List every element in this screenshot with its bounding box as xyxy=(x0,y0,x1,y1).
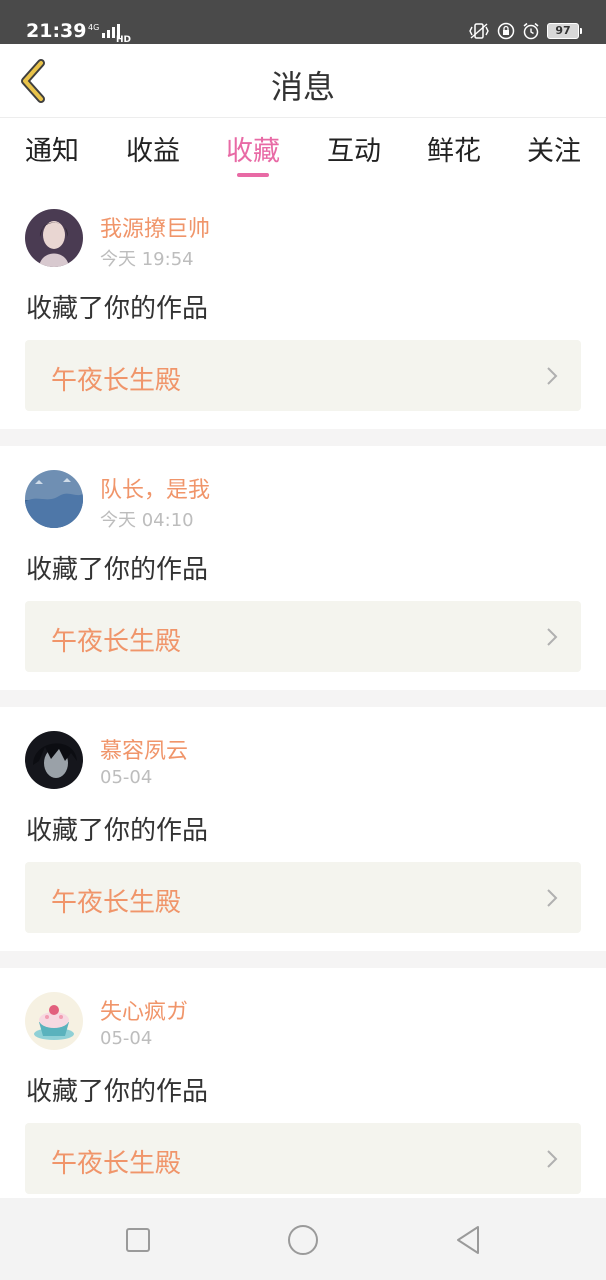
divider xyxy=(0,951,606,968)
avatar[interactable] xyxy=(25,470,83,528)
divider xyxy=(0,690,606,707)
network-signal-icon: 4G HD xyxy=(88,23,131,42)
vibrate-icon xyxy=(469,23,489,39)
message-time: 05-04 xyxy=(100,767,153,788)
message-action: 收藏了你的作品 xyxy=(26,294,209,324)
network-type: 4G xyxy=(88,23,99,32)
tab-label: 关注 xyxy=(527,136,581,167)
message-action: 收藏了你的作品 xyxy=(26,555,209,585)
battery-level: 97 xyxy=(547,23,579,39)
chevron-right-icon xyxy=(547,367,558,385)
tab-label: 收藏 xyxy=(226,136,280,167)
system-nav-bar xyxy=(0,1198,606,1280)
active-tab-indicator xyxy=(237,173,269,177)
username[interactable]: 慕容夙云 xyxy=(100,733,188,765)
tab-label: 通知 xyxy=(25,136,79,167)
username[interactable]: 我源撩巨帅 xyxy=(100,211,210,243)
tab-label: 收益 xyxy=(126,136,180,167)
status-bar: 21:39 4G HD 97 xyxy=(0,0,606,44)
work-title: 午夜长生殿 xyxy=(51,627,182,657)
square-recents-icon xyxy=(126,1228,150,1252)
message-time: 05-04 xyxy=(100,1028,153,1049)
avatar[interactable] xyxy=(25,992,83,1050)
tab-flowers[interactable]: 鲜花 xyxy=(424,129,484,183)
app-header: 消息 xyxy=(0,44,606,118)
circle-home-icon xyxy=(288,1225,318,1255)
work-title: 午夜长生殿 xyxy=(51,366,182,396)
back-nav-button[interactable] xyxy=(448,1220,488,1260)
avatar[interactable] xyxy=(25,731,83,789)
message-card: 队长，是我 今天 04:10 收藏了你的作品 午夜长生殿 xyxy=(0,446,606,690)
work-title: 午夜长生殿 xyxy=(51,1149,182,1179)
tab-notifications[interactable]: 通知 xyxy=(22,129,82,183)
avatar[interactable] xyxy=(25,209,83,267)
message-time: 今天 19:54 xyxy=(100,249,194,270)
work-link[interactable]: 午夜长生殿 xyxy=(25,601,581,672)
message-card: 慕容夙云 05-04 收藏了你的作品 午夜长生殿 xyxy=(0,707,606,951)
message-card: 我源撩巨帅 今天 19:54 收藏了你的作品 午夜长生殿 xyxy=(0,185,606,429)
home-button[interactable] xyxy=(283,1220,323,1260)
alarm-icon xyxy=(523,22,539,40)
page-title: 消息 xyxy=(270,68,335,106)
chevron-right-icon xyxy=(547,1150,558,1168)
message-list: 我源撩巨帅 今天 19:54 收藏了你的作品 午夜长生殿 队长，是我 今天 04… xyxy=(0,185,606,1212)
network-badge: HD xyxy=(116,35,131,42)
work-link[interactable]: 午夜长生殿 xyxy=(25,862,581,933)
tab-interactions[interactable]: 互动 xyxy=(324,129,384,183)
recents-button[interactable] xyxy=(118,1220,158,1260)
work-link[interactable]: 午夜长生殿 xyxy=(25,1123,581,1194)
tab-label: 鲜花 xyxy=(427,136,481,167)
tab-favorites[interactable]: 收藏 xyxy=(223,129,283,183)
tab-following[interactable]: 关注 xyxy=(524,129,584,183)
status-time: 21:39 xyxy=(26,20,87,42)
lock-icon xyxy=(497,22,515,40)
message-action: 收藏了你的作品 xyxy=(26,816,209,846)
username[interactable]: 队长，是我 xyxy=(100,472,210,504)
work-link[interactable]: 午夜长生殿 xyxy=(25,340,581,411)
message-action: 收藏了你的作品 xyxy=(26,1077,209,1107)
chevron-right-icon xyxy=(547,628,558,646)
message-time: 今天 04:10 xyxy=(100,510,194,531)
message-card: 失心疯ガ 05-04 收藏了你的作品 午夜长生殿 xyxy=(0,968,606,1212)
chevron-right-icon xyxy=(547,889,558,907)
username[interactable]: 失心疯ガ xyxy=(100,994,188,1026)
work-title: 午夜长生殿 xyxy=(51,888,182,918)
tab-earnings[interactable]: 收益 xyxy=(123,129,183,183)
tab-bar: 通知 收益 收藏 互动 鲜花 关注 xyxy=(0,119,606,185)
triangle-back-icon xyxy=(457,1226,479,1254)
tab-label: 互动 xyxy=(327,136,381,167)
divider xyxy=(0,429,606,446)
battery-indicator: 97 xyxy=(547,23,582,39)
